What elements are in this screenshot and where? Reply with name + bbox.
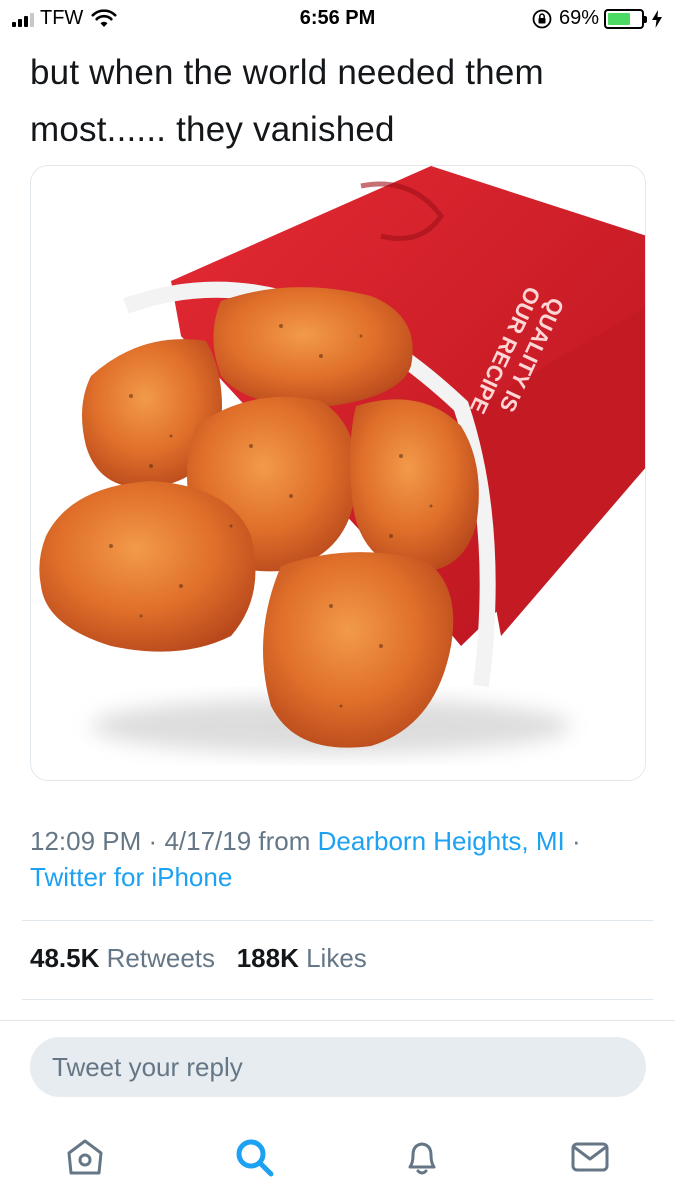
status-right: 69% — [531, 7, 663, 30]
battery-fill — [608, 12, 631, 25]
home-icon[interactable] — [63, 1135, 107, 1179]
retweets-stat[interactable]: 48.5K Retweets — [30, 943, 215, 973]
reply-bar-border — [0, 1020, 675, 1021]
tweet-text: but when the world needed them most.....… — [30, 53, 544, 149]
rotation-lock-icon — [532, 9, 552, 28]
likes-label: Likes — [306, 943, 367, 973]
messages-icon[interactable] — [568, 1135, 612, 1179]
bottom-tab-bar — [0, 1125, 675, 1200]
meta-separator: · — [148, 826, 158, 856]
charging-bolt-icon — [652, 9, 662, 28]
tweet-meta: 12:09 PM · 4/17/19 from Dearborn Heights… — [30, 823, 650, 895]
notifications-icon[interactable] — [400, 1135, 444, 1179]
likes-stat[interactable]: 188K Likes — [237, 943, 367, 973]
tweet-client-link[interactable]: Twitter for iPhone — [30, 862, 232, 892]
tweet-date: 4/17/19 — [164, 826, 252, 856]
tweet-stats: 48.5K Retweets 188K Likes — [30, 943, 367, 974]
battery-percent: 69% — [558, 7, 599, 29]
from-label: from — [258, 826, 311, 856]
divider — [22, 999, 653, 1000]
search-icon[interactable] — [232, 1135, 276, 1179]
tweet-location-link[interactable]: Dearborn Heights, MI — [318, 826, 565, 856]
meta-separator-2: · — [572, 826, 581, 856]
chicken-nuggets-photo: QUALITY IS OUR RECIPE — [31, 166, 645, 780]
likes-count: 188K — [236, 943, 299, 973]
divider — [22, 920, 653, 921]
retweets-count: 48.5K — [30, 943, 100, 973]
battery-icon — [604, 8, 647, 29]
status-bar: TFW 6:56 PM 69% — [0, 0, 675, 38]
tweet-image[interactable]: QUALITY IS OUR RECIPE — [30, 165, 646, 781]
tweet-time: 12:09 PM — [30, 826, 142, 856]
reply-input[interactable] — [30, 1037, 646, 1097]
retweets-label: Retweets — [106, 943, 216, 973]
